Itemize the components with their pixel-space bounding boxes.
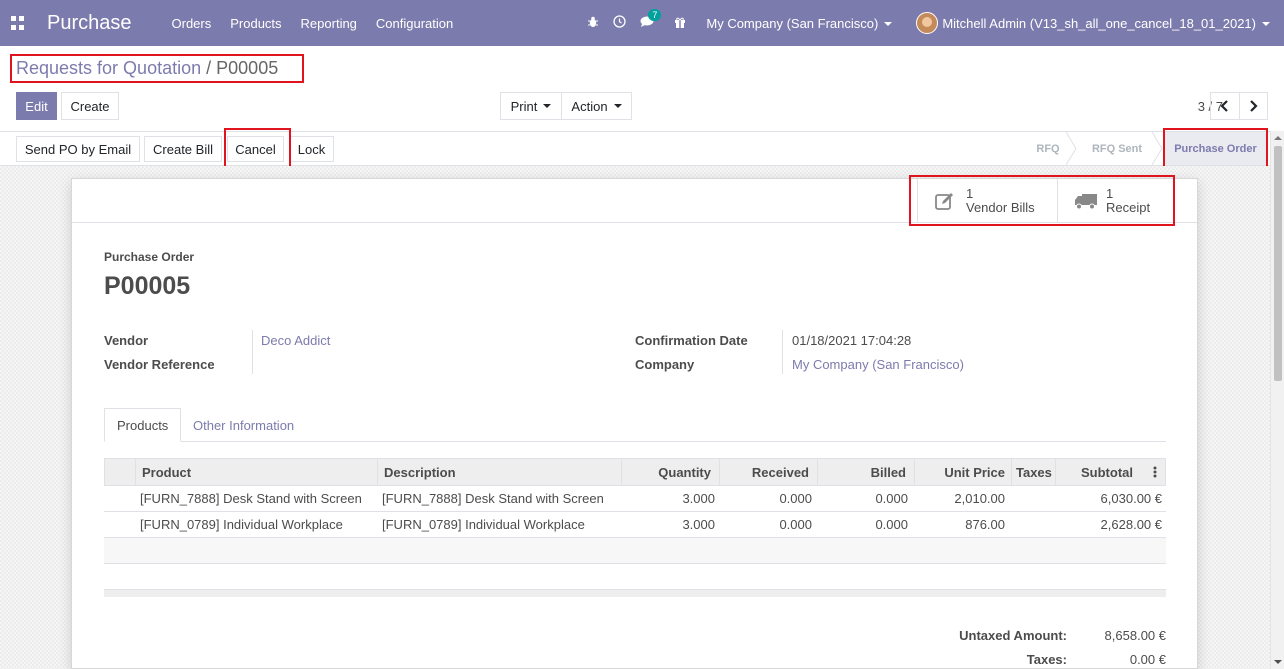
send-po-by-email-button[interactable]: Send PO by Email xyxy=(16,136,140,162)
apps-icon[interactable] xyxy=(11,16,25,30)
cell-description: [FURN_0789] Individual Workplace xyxy=(382,517,585,532)
scrollbar[interactable] xyxy=(1270,131,1284,669)
vendor-field[interactable]: Deco Addict xyxy=(261,333,330,348)
chat-icon[interactable]: 7 xyxy=(640,8,662,31)
gift-icon[interactable] xyxy=(674,16,686,31)
company-field[interactable]: My Company (San Francisco) xyxy=(792,357,964,372)
cell-received: 0.000 xyxy=(779,517,812,532)
column-unit-price[interactable]: Unit Price xyxy=(914,459,1011,485)
cell-billed: 0.000 xyxy=(875,517,908,532)
bug-icon[interactable] xyxy=(587,16,599,31)
column-quantity[interactable]: Quantity xyxy=(621,459,719,485)
taxes-value: 0.00 € xyxy=(1129,652,1166,667)
cell-unit-price: 876.00 xyxy=(965,517,1005,532)
column-billed[interactable]: Billed xyxy=(817,459,914,485)
pager-next-button[interactable] xyxy=(1240,93,1268,119)
create-bill-button[interactable]: Create Bill xyxy=(144,136,222,162)
scroll-thumb[interactable] xyxy=(1274,146,1282,381)
menu-configuration[interactable]: Configuration xyxy=(376,16,453,31)
highlight-smart-buttons xyxy=(909,175,1175,226)
taxes-label: Taxes: xyxy=(1026,652,1067,667)
menu-reporting[interactable]: Reporting xyxy=(301,16,357,31)
column-options-icon[interactable] xyxy=(1153,459,1167,485)
vendor-label: Vendor xyxy=(104,333,149,348)
notebook-tabs: Products Other Information xyxy=(104,408,1166,442)
company-switcher[interactable]: My Company (San Francisco) xyxy=(706,16,893,31)
highlight-stage xyxy=(1163,128,1268,170)
tab-products[interactable]: Products xyxy=(104,408,182,442)
cell-subtotal: 2,628.00 € xyxy=(1100,517,1162,532)
message-count-badge: 7 xyxy=(648,8,662,21)
vendor-reference-label: Vendor Reference xyxy=(104,357,215,372)
highlight-breadcrumb xyxy=(10,54,304,83)
app-name[interactable]: Purchase xyxy=(47,12,132,35)
field-divider xyxy=(252,330,253,374)
stage-rfq-sent[interactable]: RFQ Sent xyxy=(1078,132,1156,165)
chevron-left-icon xyxy=(1220,100,1229,112)
lock-button[interactable]: Lock xyxy=(289,136,334,162)
column-subtotal[interactable]: Subtotal xyxy=(1055,459,1139,485)
statusbar: Send PO by Email Create Bill Cancel Lock… xyxy=(0,131,1284,166)
pager-buttons xyxy=(1210,92,1268,120)
clock-icon[interactable] xyxy=(613,15,627,31)
untaxed-amount-value: 8,658.00 € xyxy=(1104,628,1166,643)
column-product[interactable]: Product xyxy=(135,459,375,485)
cell-received: 0.000 xyxy=(779,491,812,506)
avatar[interactable] xyxy=(916,12,939,34)
menu-products[interactable]: Products xyxy=(230,16,281,31)
company-label: Company xyxy=(635,357,695,372)
untaxed-amount-label: Untaxed Amount: xyxy=(959,628,1067,643)
form-sheet: 1 Vendor Bills 1 Receipt Purchase Order P0… xyxy=(71,178,1198,669)
action-button[interactable]: Action xyxy=(561,92,632,120)
document-name: P00005 xyxy=(104,272,191,300)
confirmation-date-field: 01/18/2021 17:04:28 xyxy=(792,333,912,348)
stage-chevron xyxy=(1066,132,1077,165)
cell-quantity: 3.000 xyxy=(682,491,715,506)
cell-product: [FURN_7888] Desk Stand with Screen xyxy=(140,491,362,506)
cell-product: [FURN_0789] Individual Workplace xyxy=(140,517,343,532)
cell-description: [FURN_7888] Desk Stand with Screen xyxy=(382,491,604,506)
scroll-down-icon[interactable] xyxy=(1274,660,1282,664)
top-navbar: Purchase Orders Products Reporting Confi… xyxy=(0,0,1284,46)
highlight-cancel xyxy=(224,128,291,168)
edit-button[interactable]: Edit xyxy=(16,92,57,120)
chevron-right-icon xyxy=(1249,100,1258,112)
field-divider xyxy=(782,330,783,374)
tab-other-information[interactable]: Other Information xyxy=(181,408,306,442)
column-received[interactable]: Received xyxy=(719,459,817,485)
scroll-up-icon[interactable] xyxy=(1274,136,1282,140)
cell-quantity: 3.000 xyxy=(682,517,715,532)
table-footer xyxy=(104,589,1166,597)
cell-unit-price: 2,010.00 xyxy=(954,491,1005,506)
column-description[interactable]: Description xyxy=(377,459,621,485)
pager-previous-button[interactable] xyxy=(1211,93,1240,119)
create-button[interactable]: Create xyxy=(61,92,119,120)
table-row[interactable]: [FURN_0789] Individual Workplace [FURN_0… xyxy=(104,512,1166,538)
cell-subtotal: 6,030.00 € xyxy=(1100,491,1162,506)
table-empty-row xyxy=(104,564,1166,590)
document-type: Purchase Order xyxy=(104,250,195,264)
cell-billed: 0.000 xyxy=(875,491,908,506)
print-button[interactable]: Print xyxy=(500,92,562,120)
table-empty-row xyxy=(104,538,1166,564)
confirmation-date-label: Confirmation Date xyxy=(635,333,748,348)
menu-orders[interactable]: Orders xyxy=(172,16,212,31)
table-row[interactable]: [FURN_7888] Desk Stand with Screen [FURN… xyxy=(104,486,1166,512)
table-header: Product Description Quantity Received Bi… xyxy=(104,458,1166,486)
column-taxes[interactable]: Taxes xyxy=(1011,459,1055,485)
user-menu[interactable]: Mitchell Admin (V13_sh_all_one_cancel_18… xyxy=(942,16,1270,31)
order-lines-table: Product Description Quantity Received Bi… xyxy=(104,458,1166,590)
